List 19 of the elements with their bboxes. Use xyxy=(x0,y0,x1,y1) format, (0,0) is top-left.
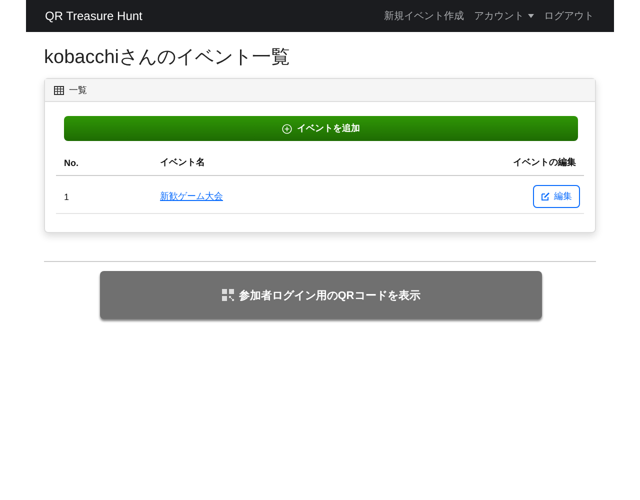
table-cell: 1 xyxy=(56,176,152,214)
account-dropdown[interactable]: アカウント xyxy=(474,9,534,23)
page-heading: kobacchiさんのイベント一覧 xyxy=(44,46,291,70)
qr-code-icon xyxy=(222,289,234,301)
column-header: イベント名 xyxy=(152,147,368,176)
nav-link[interactable]: 新規イベント作成 xyxy=(384,9,464,23)
caret-icon xyxy=(528,14,534,18)
card-title: 一覧 xyxy=(69,84,87,96)
qr-code-button[interactable]: 参加者ログイン用のQRコードを表示 xyxy=(100,271,542,319)
event-link[interactable]: 新歓ゲーム大会 xyxy=(160,191,223,201)
edit-button[interactable]: 編集 xyxy=(533,185,580,208)
column-header: イベントの編集 xyxy=(368,147,584,176)
add-event-button[interactable]: イベントを追加 xyxy=(64,116,578,141)
edit-icon xyxy=(541,192,550,201)
nav-link[interactable]: ログアウト xyxy=(544,9,594,23)
column-header: No. xyxy=(56,147,152,176)
plus-circle-icon xyxy=(282,124,292,134)
table-icon xyxy=(54,86,64,94)
brand-name[interactable]: QR Treasure Hunt xyxy=(45,9,142,23)
